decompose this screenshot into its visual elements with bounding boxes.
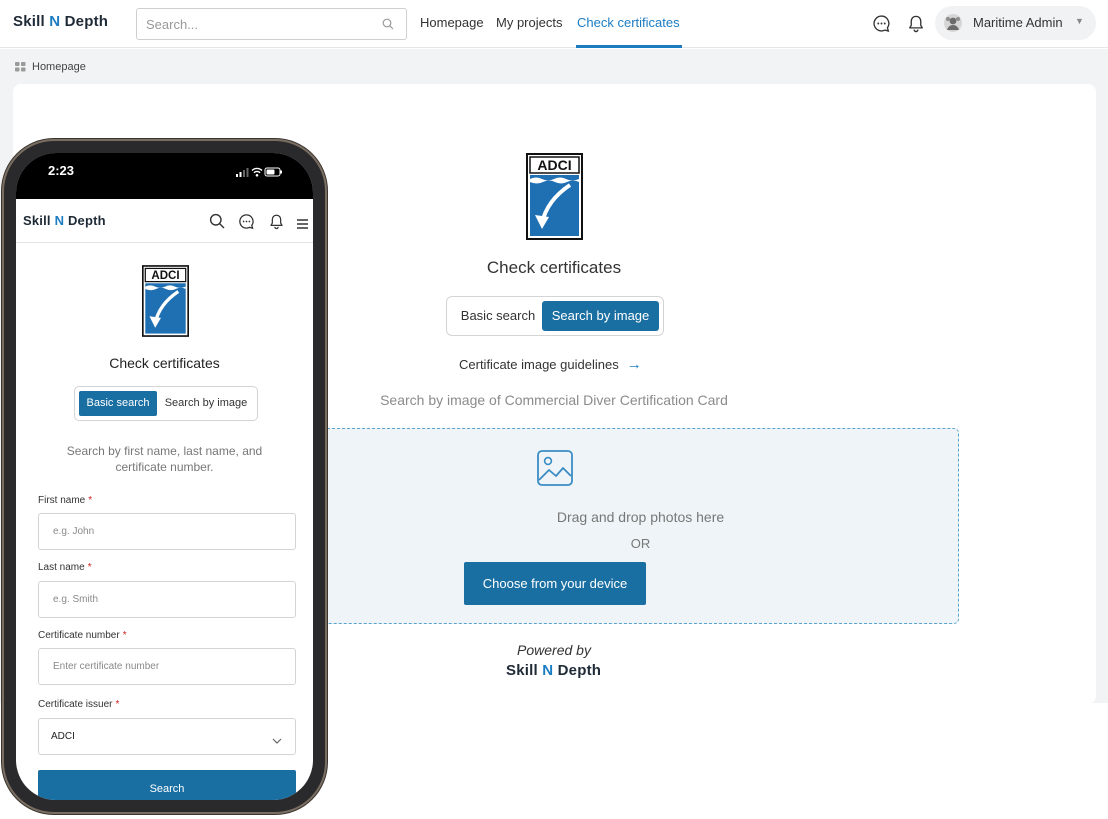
- certificate-issuer-value: ADCI: [51, 731, 75, 742]
- phone-brand-logo[interactable]: Skill N Depth: [23, 213, 106, 228]
- search-button[interactable]: Search: [38, 770, 296, 800]
- phone-mockup: 2:23 Skill N Depth ADCI Check certificat…: [2, 139, 327, 814]
- tab-search-by-image[interactable]: Search by image: [159, 391, 253, 416]
- global-search: [136, 8, 407, 40]
- last-name-field[interactable]: [39, 582, 295, 617]
- image-dropzone[interactable]: Drag and drop photos here OR Choose from…: [322, 428, 959, 624]
- dropzone-text: Drag and drop photos here: [556, 509, 725, 525]
- chat-icon[interactable]: [872, 14, 891, 38]
- search-mode-toggle: Basic search Search by image: [446, 296, 664, 336]
- bell-icon[interactable]: [907, 14, 925, 38]
- phone-app-header: Skill N Depth: [16, 199, 313, 243]
- chat-icon[interactable]: [238, 213, 255, 235]
- dropzone-or: OR: [630, 536, 651, 551]
- user-name: Maritime Admin: [973, 15, 1063, 30]
- svg-text:ADCI: ADCI: [151, 270, 179, 282]
- nav-homepage[interactable]: Homepage: [420, 15, 484, 30]
- certificate-number-label: Certificate number *: [38, 630, 127, 641]
- phone-status-bar: 2:23: [16, 153, 313, 199]
- certificate-issuer-select[interactable]: ADCI: [38, 718, 296, 755]
- phone-page-title: Check certificates: [109, 355, 220, 371]
- hamburger-menu-icon[interactable]: [297, 216, 308, 234]
- first-name-label: First name *: [38, 495, 93, 506]
- image-icon: [536, 449, 574, 492]
- search-icon[interactable]: [382, 17, 394, 35]
- phone-search-mode-toggle: Basic search Search by image: [74, 386, 258, 421]
- brand-logo[interactable]: Skill N Depth: [13, 13, 108, 30]
- choose-from-device-button[interactable]: Choose from your device: [464, 562, 646, 605]
- guidelines-link[interactable]: Certificate image guidelines →: [459, 356, 642, 373]
- certificate-number-field-wrap: [38, 648, 296, 685]
- phone-time: 2:23: [48, 163, 75, 178]
- breadcrumb-homepage[interactable]: Homepage: [32, 61, 86, 73]
- svg-text:ADCI: ADCI: [537, 157, 571, 173]
- top-navigation-bar: Skill N Depth Homepage My projects Check…: [0, 0, 1108, 48]
- certificate-number-field[interactable]: [39, 649, 295, 684]
- adci-logo: ADCI: [526, 153, 583, 240]
- grid-icon: [15, 62, 26, 75]
- tab-basic-search[interactable]: Basic search: [453, 301, 543, 331]
- chevron-down-icon: [272, 732, 282, 750]
- guidelines-link-label: Certificate image guidelines: [459, 357, 619, 372]
- last-name-label: Last name *: [38, 562, 92, 573]
- avatar: [943, 13, 963, 33]
- adci-logo: ADCI: [142, 264, 189, 338]
- search-input[interactable]: [137, 9, 367, 39]
- phone-screen: 2:23 Skill N Depth ADCI Check certificat…: [16, 153, 313, 800]
- arrow-right-icon: →: [626, 356, 642, 373]
- user-menu[interactable]: Maritime Admin ▼: [935, 6, 1096, 40]
- nav-my-projects[interactable]: My projects: [496, 15, 562, 30]
- phone-search-description: Search by first name, last name, and cer…: [66, 444, 263, 474]
- active-nav-indicator: [576, 45, 682, 48]
- first-name-field-wrap: [38, 513, 296, 550]
- certificate-issuer-label: Certificate issuer *: [38, 699, 120, 710]
- first-name-field[interactable]: [39, 514, 295, 549]
- tab-search-by-image[interactable]: Search by image: [542, 301, 659, 331]
- search-icon[interactable]: [209, 213, 225, 234]
- signal-wifi-battery-icon: [236, 165, 284, 183]
- footer-brand-logo: Skill N Depth: [506, 662, 602, 679]
- chevron-down-icon: ▼: [1075, 16, 1084, 26]
- nav-check-certificates[interactable]: Check certificates: [577, 15, 680, 30]
- phone-notch: [120, 153, 212, 189]
- bell-icon[interactable]: [269, 213, 284, 235]
- tab-basic-search[interactable]: Basic search: [79, 391, 157, 416]
- last-name-field-wrap: [38, 581, 296, 618]
